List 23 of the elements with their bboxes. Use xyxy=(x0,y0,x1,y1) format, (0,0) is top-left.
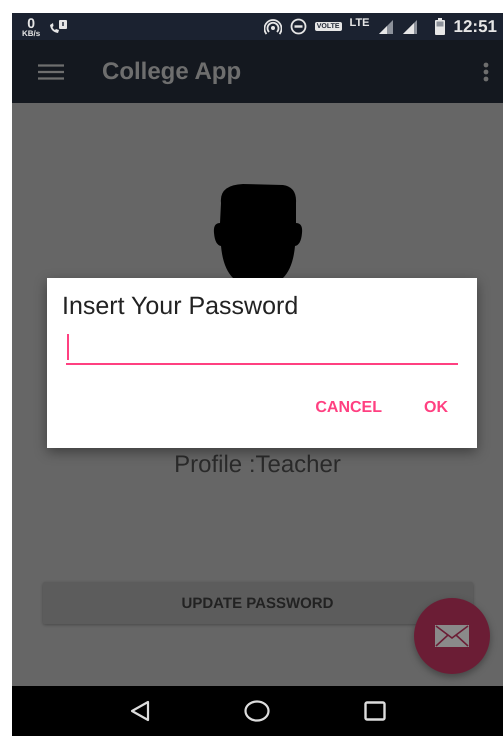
recent-apps-button[interactable] xyxy=(364,701,386,721)
clock-time: 12:51 xyxy=(454,16,497,36)
menu-button[interactable] xyxy=(38,64,64,80)
hotspot-icon xyxy=(264,18,282,34)
back-button[interactable] xyxy=(128,700,151,722)
mail-icon xyxy=(435,625,469,647)
battery-icon xyxy=(434,18,446,35)
network-type: LTE xyxy=(350,17,370,29)
signal-icon xyxy=(402,18,418,34)
signal-icon xyxy=(378,18,394,34)
more-options-button[interactable] xyxy=(483,62,489,82)
speed-value: 0 xyxy=(27,16,36,30)
phone-icon xyxy=(48,18,68,34)
speed-unit: KB/s xyxy=(22,30,40,38)
ok-button[interactable]: OK xyxy=(414,391,458,425)
home-button[interactable] xyxy=(244,700,270,722)
update-password-button[interactable]: UPDATE PASSWORD xyxy=(42,582,472,624)
cancel-button[interactable]: CANCEL xyxy=(305,391,392,425)
profile-label: Profile :Teacher xyxy=(174,451,341,477)
app-title: College App xyxy=(102,58,242,86)
dialog-title: Insert Your Password xyxy=(62,292,300,321)
password-field[interactable] xyxy=(66,331,458,365)
do-not-disturb-icon xyxy=(290,18,307,35)
